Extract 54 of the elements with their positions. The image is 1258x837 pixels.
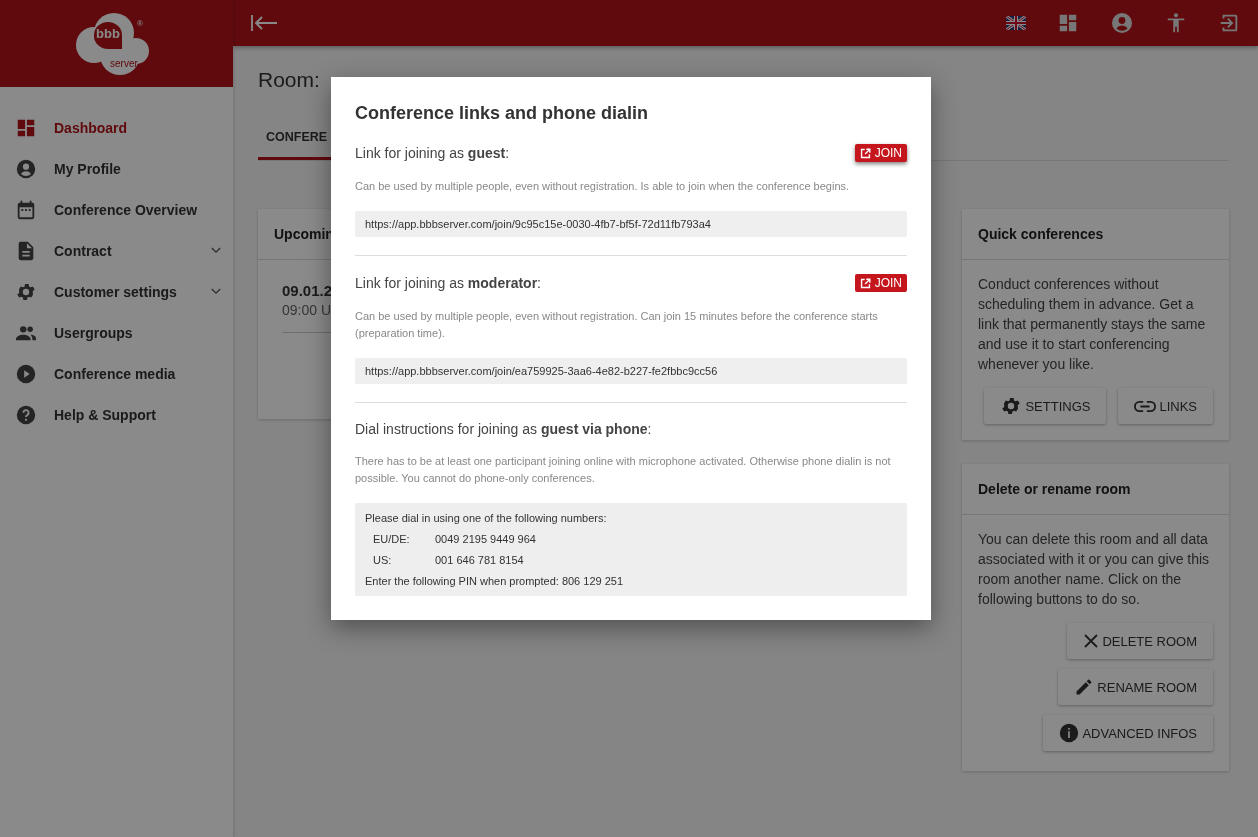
sidebar-item[interactable]: Conference media	[0, 353, 233, 394]
gear-icon	[1000, 395, 1023, 417]
logo-subtitle: server	[109, 57, 138, 69]
pin-text: Enter the following PIN when prompted: 806 129 251	[365, 575, 625, 587]
card-text: Conduct conferences without scheduling them in advance. Get a link that permanently stays the same and use it to start conferencing whenever you like.	[978, 275, 1207, 374]
action-button[interactable]: DELETE ROOM	[1067, 623, 1213, 659]
flag-icon[interactable]	[1006, 16, 1026, 30]
account-icon[interactable]	[1110, 11, 1134, 35]
sidebar-item[interactable]: Conference Overview	[0, 189, 233, 230]
url-field[interactable]: https://app.bbbserver.com/join/ea759925-3aa6-4e82-b227-fe2fbbc9cc56	[355, 358, 907, 384]
sidebar-item[interactable]: Customer settings	[0, 271, 233, 312]
sidebar-item[interactable]: My Profile	[0, 148, 233, 189]
card-title: Delete or rename room	[978, 481, 1131, 497]
action-button[interactable]: LINKS	[1118, 388, 1213, 424]
help-icon	[15, 403, 37, 426]
calendar-icon	[15, 198, 37, 221]
join-button[interactable]: JOIN	[854, 274, 907, 292]
open-external-icon	[859, 277, 871, 289]
action-button[interactable]: RENAME ROOM	[1058, 669, 1213, 705]
section-label: Dial instructions for joining as guest via phone:	[355, 421, 652, 437]
hint-text: There has to be at least one participant joining online with microphone activated. Otherwise phone dialin is not possible. You cannot do phone-only conferences.	[355, 454, 892, 486]
url-field[interactable]: https://app.bbbserver.com/join/9c95c15e-0030-4fb7-bf5f-72d11fb793a4	[355, 211, 907, 237]
conference-time: 09:00 U	[282, 302, 332, 318]
sidebar-item[interactable]: Dashboard	[0, 107, 233, 148]
action-button[interactable]: SETTINGS	[984, 388, 1107, 424]
join-button[interactable]: JOIN	[854, 144, 907, 162]
phone-number: 001 646 781 8154	[435, 554, 524, 566]
region-label: US:	[373, 554, 393, 566]
hint-text: Can be used by multiple people, even without registration. Is able to join when the conference begins.	[355, 179, 851, 194]
hint-text: Can be used by multiple people, even without registration. Can join 15 minutes before the conference starts (preparation time).	[355, 309, 879, 341]
open-external-icon	[859, 147, 871, 159]
dial-intro: Please dial in using one of the following numbers:	[365, 512, 608, 524]
registered-mark: ®	[136, 18, 143, 28]
accessibility-icon[interactable]	[1165, 11, 1187, 35]
logo-mark: bbb	[95, 25, 120, 41]
dashboard-icon[interactable]	[1057, 12, 1079, 34]
sidebar-item[interactable]: Usergroups	[0, 312, 233, 353]
card-title: Quick conferences	[978, 226, 1104, 242]
info-icon	[1059, 723, 1080, 743]
close-icon	[1083, 633, 1100, 649]
conference-date: 09.01.2	[282, 282, 333, 299]
logout-icon[interactable]	[1218, 12, 1240, 34]
section-label: Link for joining as moderator:	[355, 275, 541, 291]
play-icon	[15, 362, 37, 385]
profile-icon	[15, 157, 37, 180]
phone-number: 0049 2195 9449 964	[435, 533, 536, 545]
link-icon	[1134, 399, 1157, 413]
page-title: Room:	[258, 68, 320, 91]
sidebar-item[interactable]: Help & Support	[0, 394, 233, 435]
action-button[interactable]: ADVANCED INFOS	[1043, 715, 1213, 751]
collapse-sidebar-icon[interactable]	[251, 14, 279, 32]
sidebar-item[interactable]: Contract	[0, 230, 233, 271]
card-text: You can delete this room and all data associated with it or you can give this room another name. Click on the following buttons to do so.	[978, 530, 1211, 609]
region-label: EU/DE:	[373, 533, 411, 545]
